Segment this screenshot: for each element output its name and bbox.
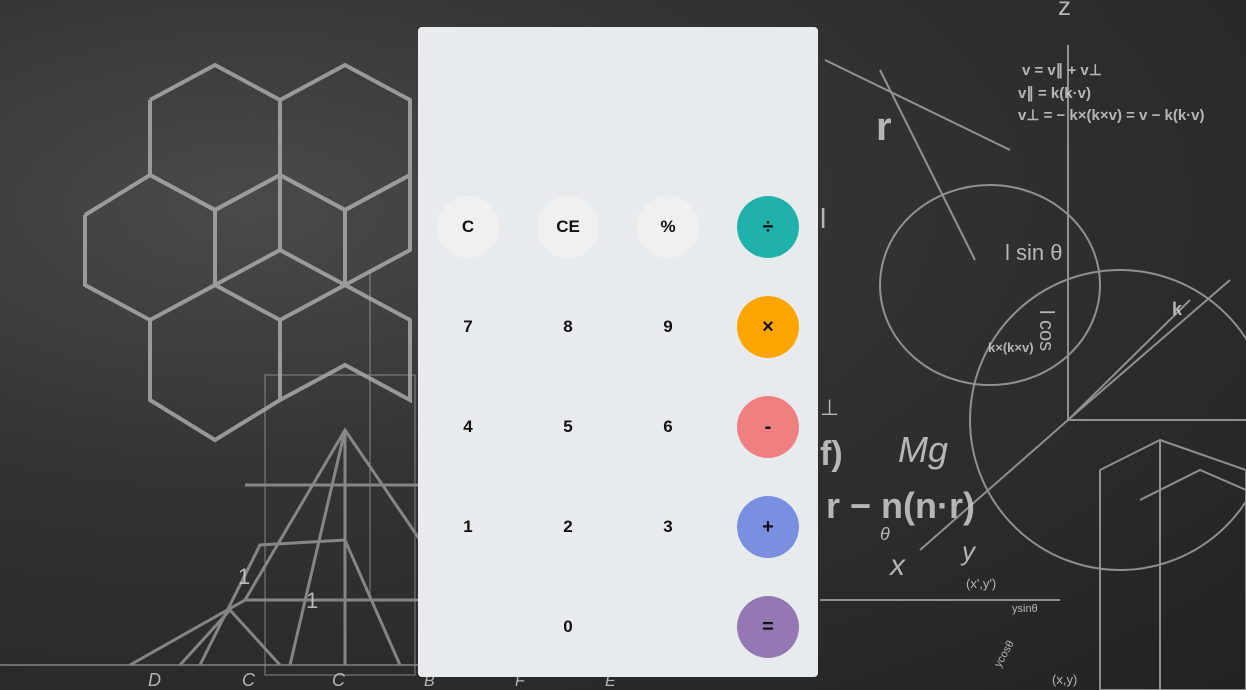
calculator-display (418, 27, 818, 177)
svg-text:v∥ = k(k·v): v∥ = k(k·v) (1018, 85, 1091, 102)
svg-text:1: 1 (238, 564, 250, 589)
svg-text:v = v∥ + v⊥: v = v∥ + v⊥ (1022, 62, 1102, 79)
digit-5-button[interactable]: 5 (537, 396, 599, 458)
svg-text:1: 1 (306, 588, 318, 613)
svg-text:l: l (820, 203, 826, 234)
subtract-button[interactable]: - (737, 396, 799, 458)
svg-text:θ: θ (880, 524, 890, 544)
clear-button[interactable]: C (437, 196, 499, 258)
svg-text:x: x (888, 549, 906, 582)
clear-entry-button[interactable]: CE (537, 196, 599, 258)
svg-text:(x,y): (x,y) (1052, 672, 1077, 687)
digit-6-button[interactable]: 6 (637, 396, 699, 458)
svg-text:l cos: l cos (1035, 310, 1057, 351)
digit-1-button[interactable]: 1 (437, 496, 499, 558)
digit-9-button[interactable]: 9 (637, 296, 699, 358)
svg-text:y: y (960, 536, 977, 566)
percent-button[interactable]: % (637, 196, 699, 258)
svg-text:ycosθ: ycosθ (992, 639, 1017, 670)
svg-text:z: z (1058, 0, 1071, 21)
svg-text:Mg: Mg (898, 429, 948, 470)
svg-text:D: D (148, 670, 161, 690)
svg-text:l sin θ: l sin θ (1005, 240, 1062, 265)
digit-0-button[interactable]: 0 (537, 596, 599, 658)
svg-text:v⊥ = − k×(k×v) = v − k(k·v): v⊥ = − k×(k×v) = v − k(k·v) (1018, 107, 1205, 124)
svg-text:r: r (876, 105, 892, 149)
svg-text:k×(k×v): k×(k×v) (988, 340, 1034, 355)
add-button[interactable]: + (737, 496, 799, 558)
keypad: C CE % ÷ 7 8 9 × 4 5 6 - 1 2 3 + 0 = (418, 177, 818, 677)
calculator-panel: C CE % ÷ 7 8 9 × 4 5 6 - 1 2 3 + 0 = (418, 27, 818, 677)
svg-text:k: k (1172, 299, 1183, 319)
svg-text:C: C (332, 670, 346, 690)
svg-text:(x',y'): (x',y') (966, 576, 996, 591)
divide-button[interactable]: ÷ (737, 196, 799, 258)
digit-2-button[interactable]: 2 (537, 496, 599, 558)
digit-7-button[interactable]: 7 (437, 296, 499, 358)
svg-text:⊥: ⊥ (820, 395, 839, 420)
digit-4-button[interactable]: 4 (437, 396, 499, 458)
multiply-button[interactable]: × (737, 296, 799, 358)
equals-button[interactable]: = (737, 596, 799, 658)
digit-8-button[interactable]: 8 (537, 296, 599, 358)
digit-3-button[interactable]: 3 (637, 496, 699, 558)
svg-text:f): f) (820, 435, 843, 473)
svg-text:r − n(n·r): r − n(n·r) (826, 485, 975, 526)
svg-text:ysinθ: ysinθ (1012, 603, 1038, 615)
svg-text:C: C (242, 670, 256, 690)
